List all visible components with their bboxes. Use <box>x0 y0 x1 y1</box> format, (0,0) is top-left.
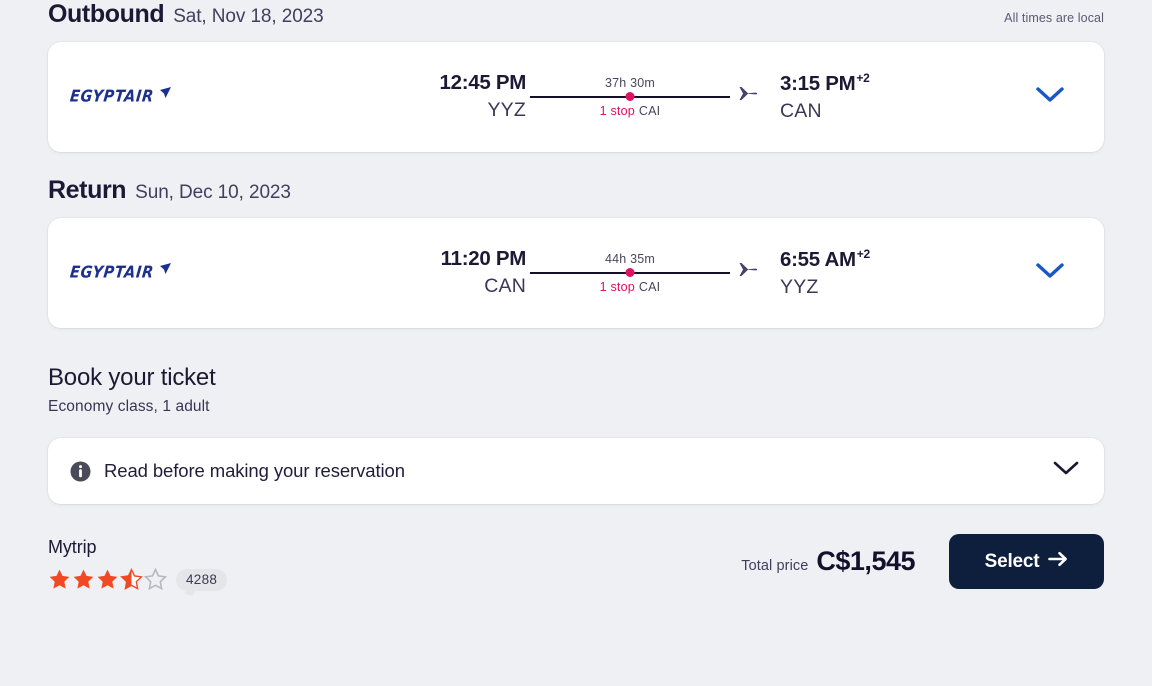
select-button-label: Select <box>984 550 1040 572</box>
review-count-badge: 4288 <box>176 568 228 591</box>
airplane-icon <box>736 260 758 283</box>
egyptair-logo: EGYPTAIR <box>69 86 172 109</box>
outbound-date: Sat, Nov 18, 2023 <box>173 6 324 27</box>
return-depart-time: 11:20 PM <box>440 247 527 271</box>
outbound-route-line <box>530 92 730 102</box>
return-itinerary: 11:20 PM CAN 44h 35m 1 stop CAI 6:55 AM+2 <box>298 247 996 299</box>
return-arrive-code: YYZ <box>780 275 819 298</box>
return-header-left: Return Sun, Dec 10, 2023 <box>48 176 291 205</box>
outbound-departure: 12:45 PM YYZ <box>398 71 527 122</box>
outbound-flight-card[interactable]: EGYPTAIR 12:45 PM YYZ 37h 30m 1 stop CAI… <box>48 42 1104 152</box>
outbound-arrive-time: 3:15 PM+2 <box>780 71 870 95</box>
book-section: Book your ticket Economy class, 1 adult <box>48 364 1104 416</box>
egyptair-wordmark: EGYPTAIR <box>69 88 155 106</box>
total-price-value: C$1,545 <box>816 546 915 576</box>
outbound-arrive-code: CAN <box>780 99 822 122</box>
offer-footer: Mytrip 4288 Total price C$1,545 Select <box>48 534 1104 591</box>
info-icon <box>70 461 91 482</box>
return-stops-via: CAI <box>638 279 661 294</box>
return-arrive-day-offset: +2 <box>856 247 870 262</box>
falcon-icon <box>159 262 172 280</box>
star-rating <box>48 568 167 591</box>
all-times-local-note: All times are local <box>1004 11 1104 25</box>
outbound-stops-count: 1 stop <box>599 103 635 118</box>
egyptair-logo: EGYPTAIR <box>69 262 172 285</box>
return-header: Return Sun, Dec 10, 2023 <box>48 176 1104 218</box>
return-depart-code: CAN <box>484 275 526 298</box>
return-date: Sun, Dec 10, 2023 <box>135 182 291 203</box>
egyptair-wordmark: EGYPTAIR <box>69 264 155 282</box>
price-and-action: Total price C$1,545 Select <box>741 534 1104 591</box>
flight-offer-page: Outbound Sat, Nov 18, 2023 All times are… <box>0 0 1152 686</box>
outbound-stops-via: CAI <box>638 103 661 118</box>
falcon-icon <box>159 86 172 104</box>
star-icon <box>144 568 167 591</box>
outbound-header: Outbound Sat, Nov 18, 2023 All times are… <box>48 0 1104 42</box>
outbound-arrive-day-offset: +2 <box>856 71 870 86</box>
star-icon <box>73 569 94 589</box>
outbound-header-left: Outbound Sat, Nov 18, 2023 <box>48 0 324 29</box>
book-heading: Book your ticket <box>48 364 216 391</box>
return-title: Return <box>48 176 127 204</box>
star-icon <box>49 569 70 589</box>
return-segment: 44h 35m 1 stop CAI <box>530 252 730 294</box>
return-stops-count: 1 stop <box>599 279 635 294</box>
outbound-title: Outbound <box>48 0 165 28</box>
return-arrival: 6:55 AM+2 YYZ <box>758 247 886 299</box>
star-icon <box>97 569 118 589</box>
select-button[interactable]: Select <box>949 534 1104 589</box>
return-duration: 44h 35m <box>604 251 656 266</box>
outbound-stop-dot <box>625 92 635 102</box>
price-block: Total price C$1,545 <box>741 546 915 577</box>
chevron-down-icon <box>1035 262 1065 285</box>
return-airline: EGYPTAIR <box>48 262 298 285</box>
return-expand-button[interactable] <box>996 262 1104 285</box>
outbound-expand-button[interactable] <box>996 86 1104 109</box>
outbound-stops: 1 stop CAI <box>600 104 661 118</box>
return-flight-card[interactable]: EGYPTAIR 11:20 PM CAN 44h 35m 1 stop CAI… <box>48 218 1104 328</box>
chevron-down-icon <box>1035 86 1065 109</box>
chevron-down-icon[interactable] <box>1052 460 1080 482</box>
return-route-line <box>530 268 730 278</box>
arrow-right-icon <box>1048 551 1068 573</box>
total-price-label: Total price <box>741 558 809 574</box>
return-stop-dot <box>625 268 635 278</box>
reservation-notice-accordion[interactable]: Read before making your reservation <box>48 438 1104 504</box>
provider-block: Mytrip 4288 <box>48 537 228 591</box>
outbound-itinerary: 12:45 PM YYZ 37h 30m 1 stop CAI 3:15 PM+2 <box>298 71 996 123</box>
outbound-airline: EGYPTAIR <box>48 86 298 109</box>
outbound-depart-code: YYZ <box>487 99 526 122</box>
outbound-arrival: 3:15 PM+2 CAN <box>758 71 886 123</box>
book-subheading: Economy class, 1 adult <box>48 398 210 415</box>
outbound-depart-time: 12:45 PM <box>439 71 527 95</box>
star-icon <box>120 568 143 590</box>
outbound-duration: 37h 30m <box>604 75 656 90</box>
provider-name: Mytrip <box>48 537 97 557</box>
return-arrive-time: 6:55 AM+2 <box>780 247 870 271</box>
airplane-icon <box>736 84 758 107</box>
return-departure: 11:20 PM CAN <box>398 247 527 298</box>
outbound-segment: 37h 30m 1 stop CAI <box>530 76 730 118</box>
rating-row: 4288 <box>48 568 228 591</box>
return-stops: 1 stop CAI <box>600 280 661 294</box>
reservation-notice-label: Read before making your reservation <box>104 460 405 481</box>
